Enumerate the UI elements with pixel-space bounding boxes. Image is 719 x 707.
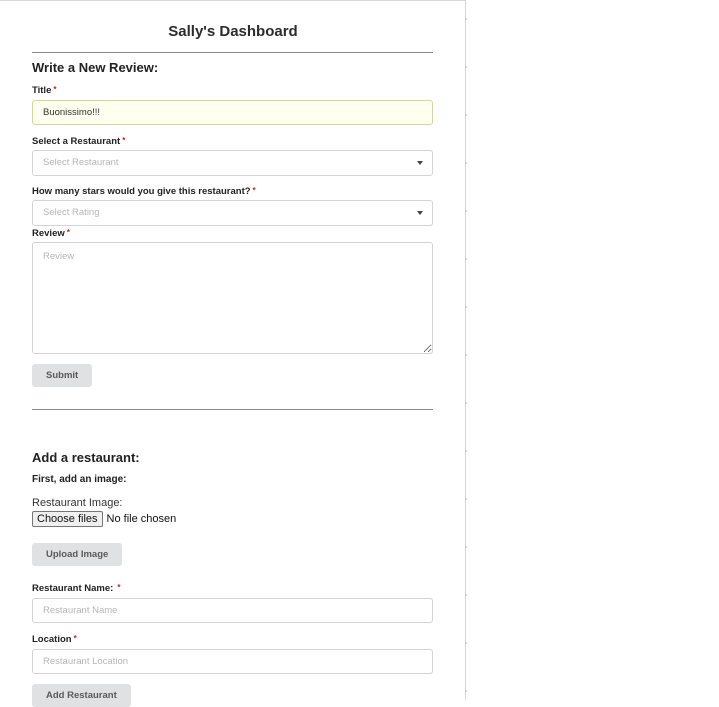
location-label-text: Location: [32, 634, 72, 645]
required-mark: *: [73, 634, 77, 643]
page-title: Sally's Dashboard: [168, 23, 298, 40]
image-step-text: First, add an image:: [32, 474, 127, 485]
section-divider: [32, 409, 433, 410]
restaurant-name-input[interactable]: [32, 598, 433, 623]
restaurant-select-label-text: Select a Restaurant: [32, 136, 121, 147]
panel-edge: [465, 0, 467, 700]
restaurant-name-label: Restaurant Name: *: [32, 583, 120, 594]
dashboard-panel: Sally's Dashboard Write a New Review: Ti…: [0, 0, 466, 707]
location-label: Location *: [32, 634, 77, 645]
rating-select-label-text: How many stars would you give this resta…: [32, 186, 251, 197]
dropdown-caret-icon: [417, 161, 423, 165]
dropdown-caret-icon: [417, 211, 423, 215]
required-mark: *: [53, 85, 57, 94]
review-form-heading: Write a New Review:: [32, 60, 159, 75]
required-mark: *: [252, 186, 256, 195]
title-label: Title *: [32, 85, 56, 96]
restaurant-form-heading: Add a restaurant:: [32, 450, 140, 465]
restaurant-location-input[interactable]: [32, 649, 433, 674]
rating-select-label: How many stars would you give this resta…: [32, 186, 256, 197]
choose-files-button[interactable]: Choose files: [32, 511, 103, 527]
title-divider: [32, 52, 433, 53]
upload-image-button[interactable]: Upload Image: [32, 543, 123, 566]
add-restaurant-button[interactable]: Add Restaurant: [32, 684, 131, 707]
required-mark: *: [122, 136, 126, 145]
rating-select[interactable]: Select Rating: [32, 200, 433, 226]
file-status: No file chosen: [106, 513, 177, 525]
review-title-input[interactable]: [32, 100, 433, 125]
required-mark: *: [117, 583, 121, 592]
review-textarea[interactable]: [32, 242, 433, 354]
restaurant-select-placeholder: Select Restaurant: [43, 157, 119, 168]
review-label-text: Review: [32, 228, 65, 239]
required-mark: *: [66, 228, 70, 237]
title-label-text: Title: [32, 85, 52, 96]
restaurant-image-label: Restaurant Image:: [32, 497, 123, 509]
restaurant-select-label: Select a Restaurant *: [32, 136, 125, 147]
file-input: Choose files No file chosen: [32, 511, 176, 527]
rating-select-placeholder: Select Rating: [43, 207, 100, 218]
submit-button[interactable]: Submit: [32, 364, 93, 387]
restaurant-name-label-text: Restaurant Name:: [32, 583, 114, 594]
restaurant-select[interactable]: Select Restaurant: [32, 150, 433, 176]
review-label: Review *: [32, 228, 70, 239]
